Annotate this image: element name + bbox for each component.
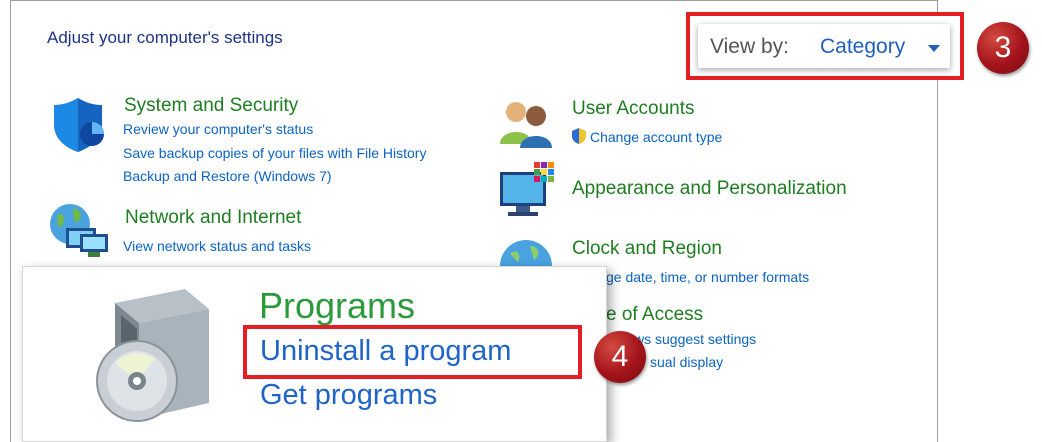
clock-region-link[interactable]: Clock and Region: [572, 238, 722, 260]
review-status-link[interactable]: Review your computer's status: [123, 121, 313, 137]
change-date-formats-link[interactable]: ge date, time, or number formats: [606, 269, 809, 285]
step-3-badge: 3: [977, 22, 1029, 74]
user-accounts-link[interactable]: User Accounts: [572, 98, 695, 120]
programs-box-icon: [96, 289, 209, 422]
uninstall-program-link[interactable]: Uninstall a program: [260, 335, 511, 368]
chevron-down-icon[interactable]: [928, 45, 940, 52]
file-history-link[interactable]: Save backup copies of your files with Fi…: [123, 145, 426, 161]
backup-restore-link[interactable]: Backup and Restore (Windows 7): [123, 168, 332, 184]
view-by-control: View by: Category: [698, 24, 950, 68]
ease-of-access-link[interactable]: e of Access: [606, 304, 703, 326]
suggest-settings-link[interactable]: ws suggest settings: [634, 331, 756, 347]
get-programs-link[interactable]: Get programs: [260, 379, 437, 412]
optimize-display-link[interactable]: sual display: [650, 354, 723, 370]
page-title: Adjust your computer's settings: [47, 28, 283, 47]
programs-heading[interactable]: Programs: [259, 285, 415, 327]
change-account-type-link[interactable]: Change account type: [590, 129, 722, 145]
shield-icon: [54, 98, 104, 152]
view-by-highlight: View by: Category: [686, 12, 964, 80]
step-4-badge: 4: [594, 331, 646, 383]
network-globe-icon: [50, 204, 108, 257]
network-internet-link[interactable]: Network and Internet: [125, 207, 301, 229]
appearance-icon: [500, 162, 554, 216]
programs-zoom-callout: Programs Uninstall a program Get program…: [22, 266, 607, 442]
view-by-dropdown[interactable]: Category: [820, 35, 905, 59]
system-security-link[interactable]: System and Security: [124, 95, 298, 117]
appearance-link[interactable]: Appearance and Personalization: [572, 178, 847, 200]
uac-shield-icon: [572, 128, 586, 144]
view-by-label: View by:: [710, 35, 789, 58]
clock-globe-icon: [500, 240, 552, 266]
network-status-link[interactable]: View network status and tasks: [123, 238, 311, 254]
user-accounts-icon: [500, 102, 552, 148]
